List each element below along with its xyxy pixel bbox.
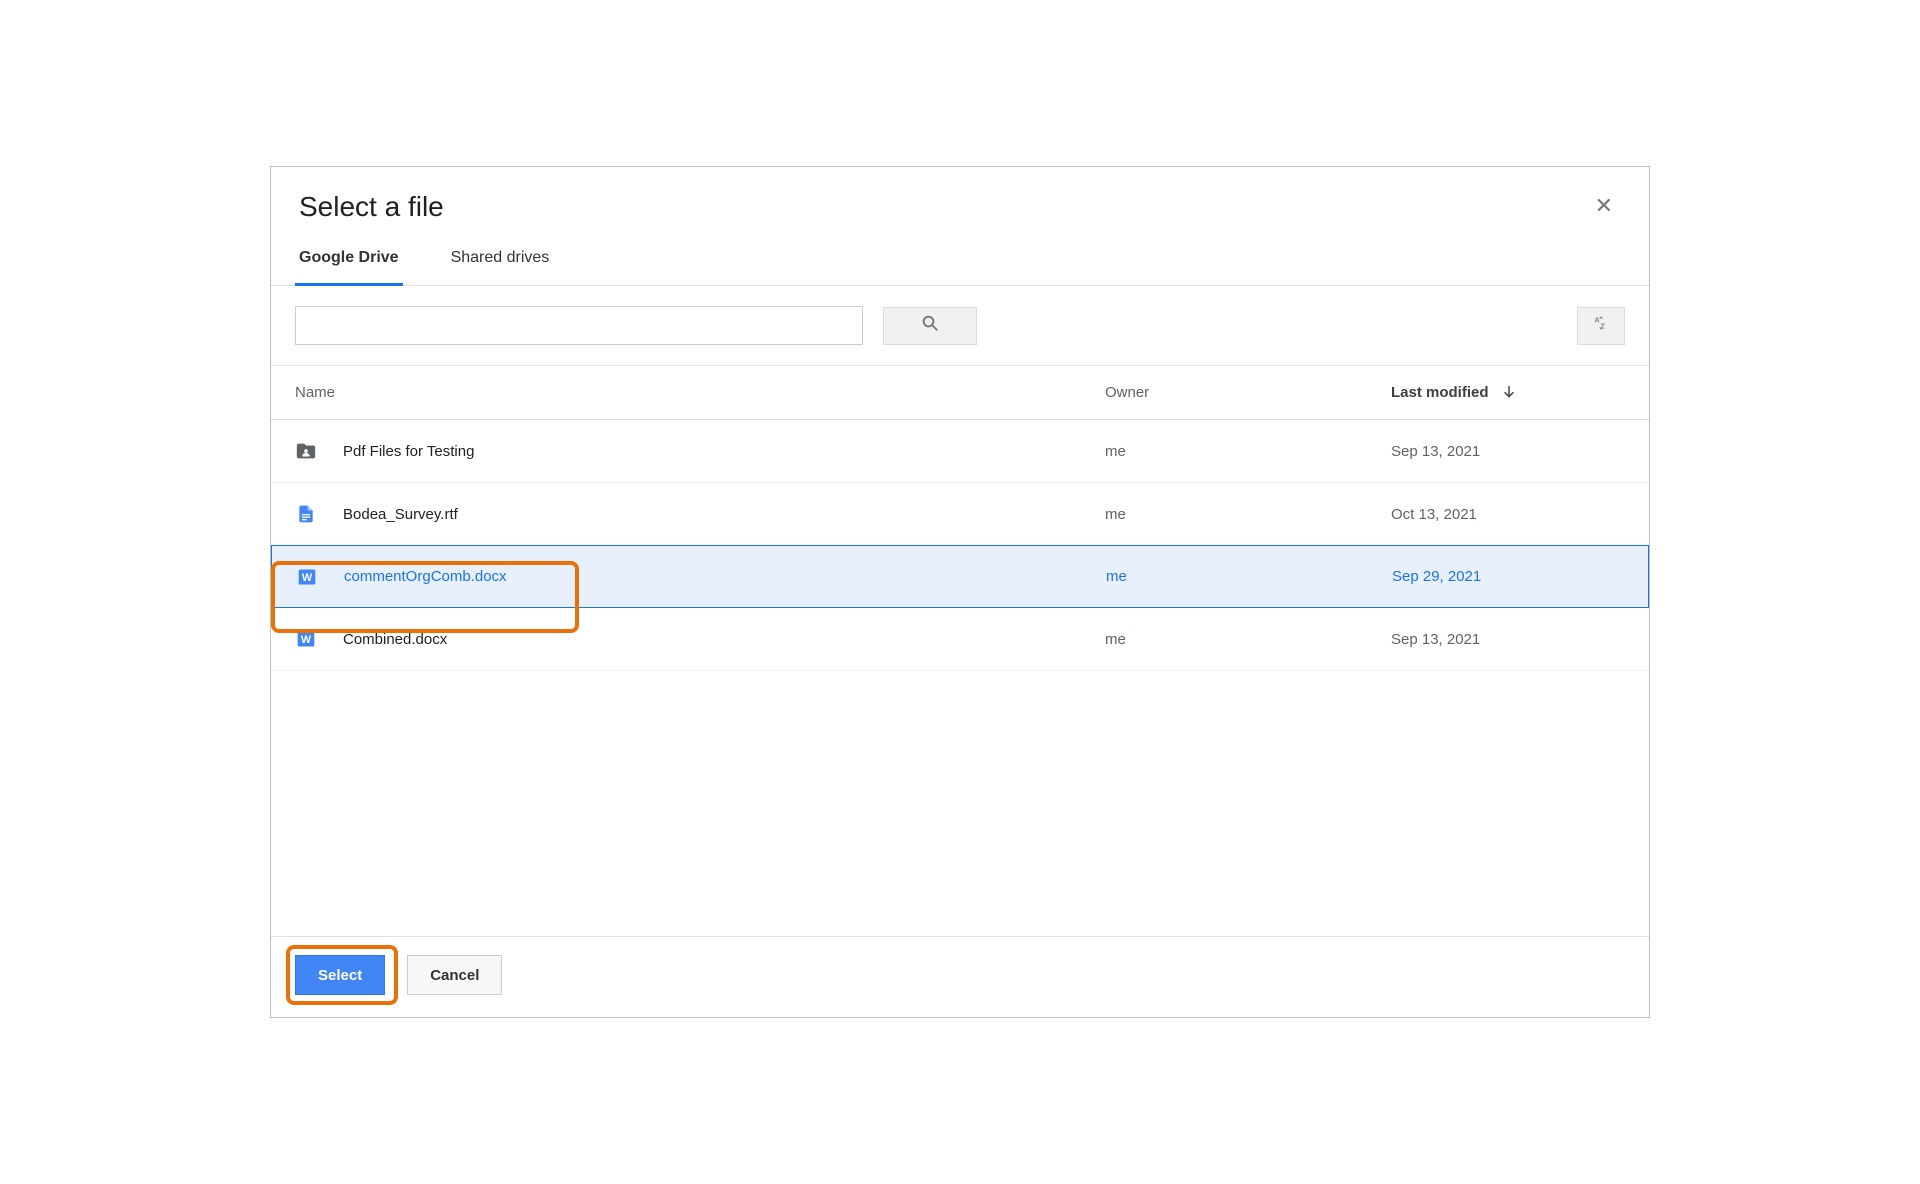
dialog-footer: Select Cancel: [271, 936, 1649, 1017]
search-button[interactable]: [883, 307, 977, 345]
file-name: Bodea_Survey.rtf: [343, 506, 458, 523]
svg-text:W: W: [302, 572, 313, 584]
tab-label: Shared drives: [451, 249, 550, 266]
cancel-button[interactable]: Cancel: [407, 955, 502, 995]
dialog-header: Select a file ✕: [271, 167, 1649, 223]
column-label: Last modified: [1391, 384, 1489, 401]
file-name: Pdf Files for Testing: [343, 443, 474, 460]
file-owner: me: [1105, 631, 1391, 648]
dialog-title: Select a file: [299, 191, 444, 223]
word-icon: W: [295, 628, 317, 650]
file-owner: me: [1105, 443, 1391, 460]
tab-google-drive[interactable]: Google Drive: [295, 249, 403, 285]
tab-label: Google Drive: [299, 249, 399, 266]
file-modified: Sep 29, 2021: [1392, 568, 1624, 585]
file-owner: me: [1105, 506, 1391, 523]
table-row[interactable]: W Combined.docx me Sep 13, 2021: [271, 608, 1649, 671]
table-row[interactable]: Pdf Files for Testing me Sep 13, 2021: [271, 420, 1649, 483]
file-modified: Sep 13, 2021: [1391, 631, 1625, 648]
file-list: Pdf Files for Testing me Sep 13, 2021 Bo…: [271, 420, 1649, 671]
table-row[interactable]: Bodea_Survey.rtf me Oct 13, 2021: [271, 483, 1649, 546]
select-button[interactable]: Select: [295, 955, 385, 995]
sort-az-button[interactable]: AZ: [1577, 307, 1625, 345]
search-icon: [921, 314, 939, 337]
column-name[interactable]: Name: [295, 384, 1105, 401]
file-picker-dialog: Select a file ✕ Google Drive Shared driv…: [270, 166, 1650, 1018]
arrow-down-icon: [1501, 382, 1517, 404]
column-headers: Name Owner Last modified: [271, 366, 1649, 420]
svg-text:A: A: [1594, 315, 1600, 324]
word-icon: W: [296, 566, 318, 588]
file-modified: Sep 13, 2021: [1391, 443, 1625, 460]
folder-shared-icon: [295, 440, 317, 462]
column-owner[interactable]: Owner: [1105, 384, 1391, 401]
tab-bar: Google Drive Shared drives: [271, 223, 1649, 286]
column-last-modified[interactable]: Last modified: [1391, 382, 1625, 404]
table-row[interactable]: W commentOrgComb.docx me Sep 29, 2021: [271, 545, 1649, 608]
docs-icon: [295, 503, 317, 525]
file-name: Combined.docx: [343, 631, 447, 648]
sort-az-icon: AZ: [1592, 314, 1610, 337]
close-icon[interactable]: ✕: [1587, 191, 1621, 221]
search-bar: AZ: [271, 286, 1649, 366]
svg-text:W: W: [301, 634, 312, 646]
search-input[interactable]: [295, 306, 863, 345]
file-modified: Oct 13, 2021: [1391, 506, 1625, 523]
file-owner: me: [1106, 568, 1392, 585]
tab-shared-drives[interactable]: Shared drives: [447, 249, 554, 285]
file-name: commentOrgComb.docx: [344, 568, 507, 585]
